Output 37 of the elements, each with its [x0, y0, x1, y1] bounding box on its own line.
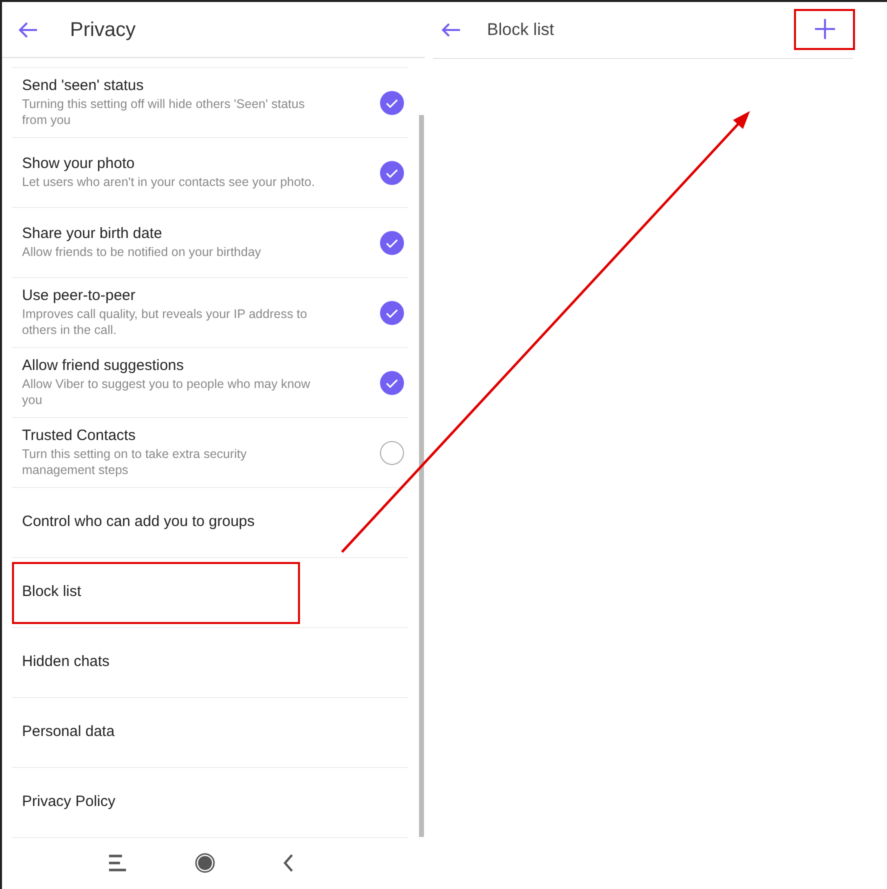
setting-description: Allow friends to be notified on your birthday	[22, 244, 262, 260]
setting-description: Turn this setting on to take extra security management steps	[22, 446, 248, 478]
add-button[interactable]	[794, 8, 855, 50]
menu-item[interactable]: Personal data	[12, 698, 408, 768]
screen-title: Block list	[487, 19, 554, 42]
plus-icon	[814, 18, 836, 40]
checkmark-icon	[386, 308, 398, 318]
checkmark-icon	[386, 378, 398, 388]
menu-icon[interactable]	[108, 854, 127, 872]
setting-title: Trusted Contacts	[22, 426, 137, 446]
menu-item[interactable]: Control who can add you to groups	[12, 488, 408, 558]
back-icon[interactable]	[441, 22, 461, 38]
checkbox[interactable]	[380, 440, 404, 464]
checkbox[interactable]	[380, 370, 404, 394]
checkbox[interactable]	[380, 300, 404, 324]
menu-item[interactable]: Block list	[12, 558, 408, 628]
setting-description: Allow Viber to suggest you to people who may know you	[22, 376, 312, 408]
menu-item[interactable]: Hidden chats	[12, 628, 408, 698]
checkbox[interactable]	[380, 160, 404, 184]
checkbox[interactable]	[380, 90, 404, 114]
menu-item[interactable]: Privacy Policy	[12, 768, 408, 838]
setting-title: Share your birth date	[22, 225, 164, 244]
setting-description: Turning this setting off will hide others 'Seen' status from you	[22, 96, 306, 128]
setting-title: Allow friend suggestions	[22, 356, 185, 376]
screen-title: Privacy	[69, 18, 136, 42]
back-icon[interactable]	[18, 20, 38, 38]
setting-title: Show your photo	[22, 155, 136, 174]
setting-description: Improves call quality, but reveals your IP address to others in the call.	[22, 306, 308, 338]
back-icon[interactable]	[283, 854, 294, 872]
home-icon[interactable]	[195, 853, 215, 873]
setting-title: Send 'seen' status	[22, 76, 145, 96]
checkbox[interactable]	[380, 230, 404, 254]
setting-description: Let users who aren't in your contacts see your photo.	[22, 174, 316, 190]
checkmark-icon	[386, 98, 398, 108]
checkmark-icon	[386, 168, 398, 178]
checkmark-icon	[386, 238, 398, 248]
setting-title: Use peer-to-peer	[22, 286, 136, 306]
